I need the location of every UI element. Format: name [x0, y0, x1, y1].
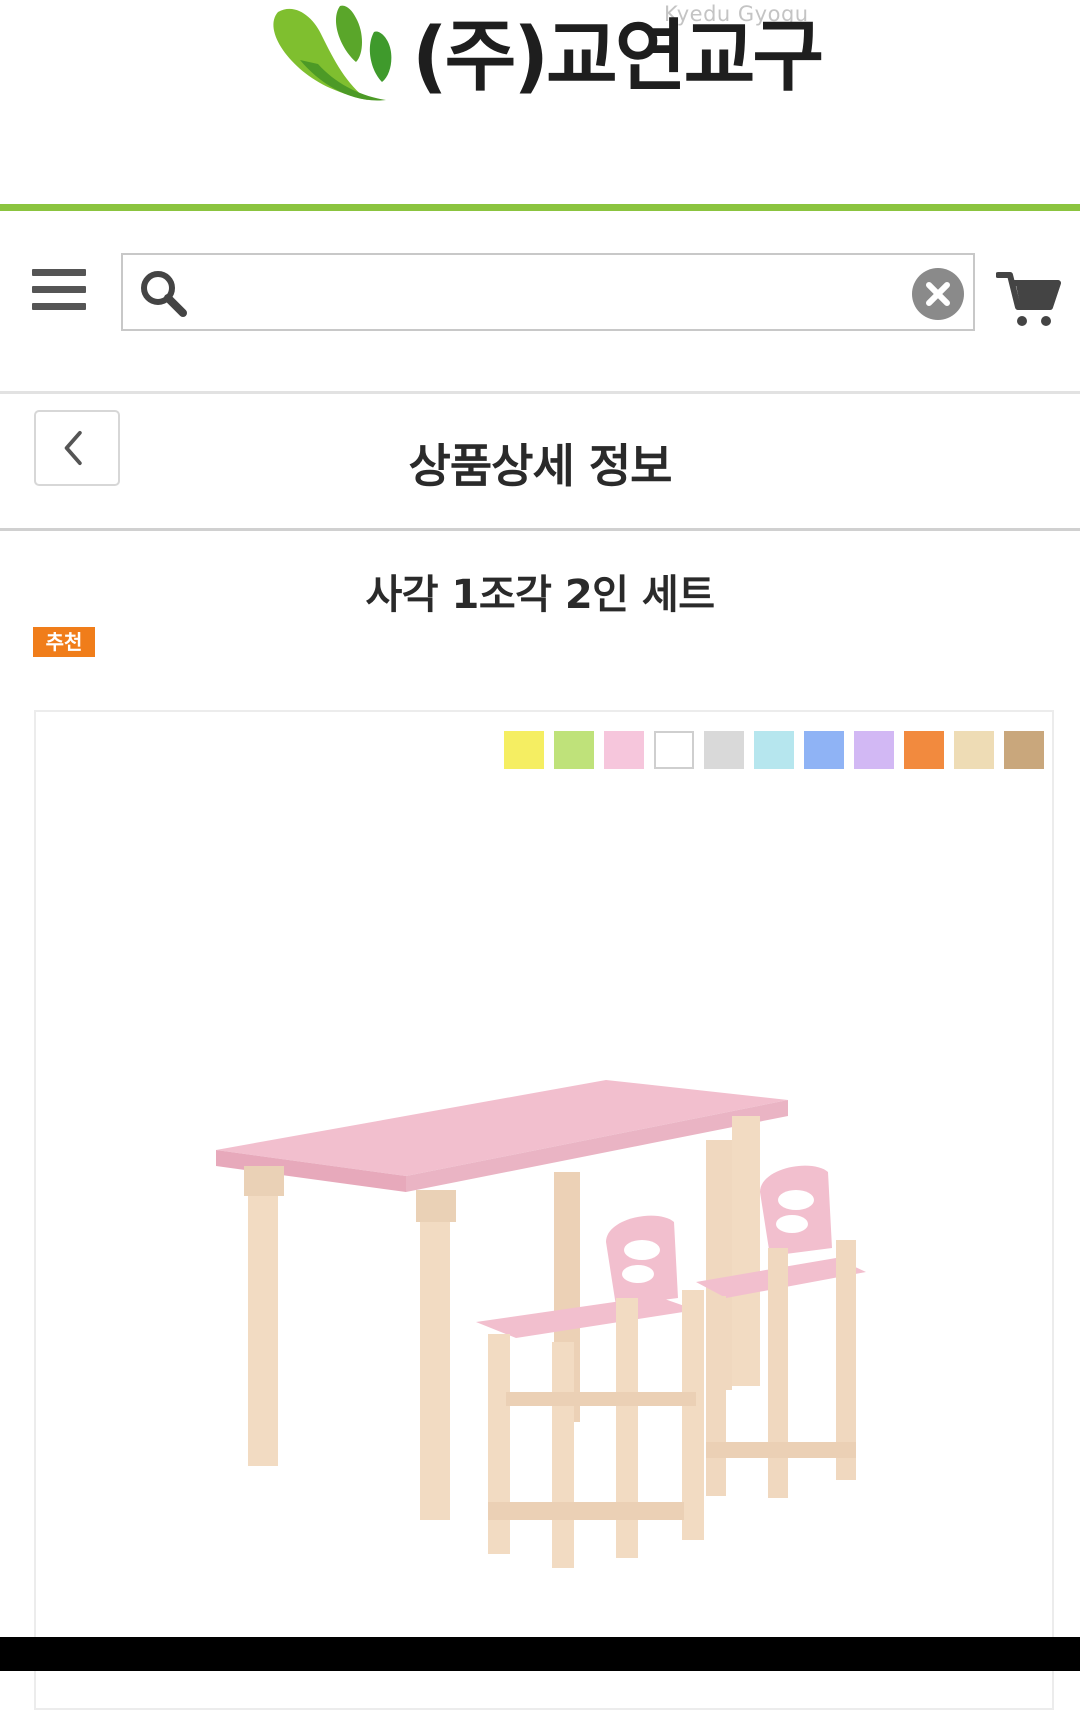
search-box[interactable] — [121, 253, 975, 331]
color-swatches — [504, 731, 1044, 769]
product-image-frame — [34, 710, 1054, 1710]
color-swatch[interactable] — [754, 731, 794, 769]
header-accent-line — [0, 204, 1080, 211]
title-bar: 상품상세 정보 — [0, 394, 1080, 528]
color-swatch[interactable] — [854, 731, 894, 769]
recommend-badge: 추천 — [33, 627, 95, 657]
logo-leaf-icon[interactable] — [260, 0, 400, 108]
header: Kyedu Gyogu (주)교연교구 — [0, 0, 1080, 211]
search-toolbar — [0, 211, 1080, 394]
color-swatch[interactable] — [1004, 731, 1044, 769]
title-divider — [0, 528, 1080, 531]
color-swatch[interactable] — [554, 731, 594, 769]
menu-icon[interactable] — [30, 265, 88, 315]
color-swatch[interactable] — [954, 731, 994, 769]
color-swatch[interactable] — [654, 731, 694, 769]
color-swatch[interactable] — [804, 731, 844, 769]
system-nav-bar — [0, 1637, 1080, 1671]
color-swatch[interactable] — [504, 731, 544, 769]
cart-icon[interactable] — [996, 269, 1062, 329]
search-input[interactable] — [203, 263, 867, 323]
product-image[interactable] — [176, 1072, 956, 1712]
page-title: 상품상세 정보 — [408, 439, 673, 493]
search-icon[interactable] — [137, 267, 189, 319]
color-swatch[interactable] — [704, 731, 744, 769]
color-swatch[interactable] — [904, 731, 944, 769]
product-name: 사각 1조각 2인 세트 — [365, 572, 715, 618]
clear-icon[interactable] — [912, 268, 964, 320]
color-swatch[interactable] — [604, 731, 644, 769]
logo-text[interactable]: (주)교연교구 — [412, 18, 824, 96]
